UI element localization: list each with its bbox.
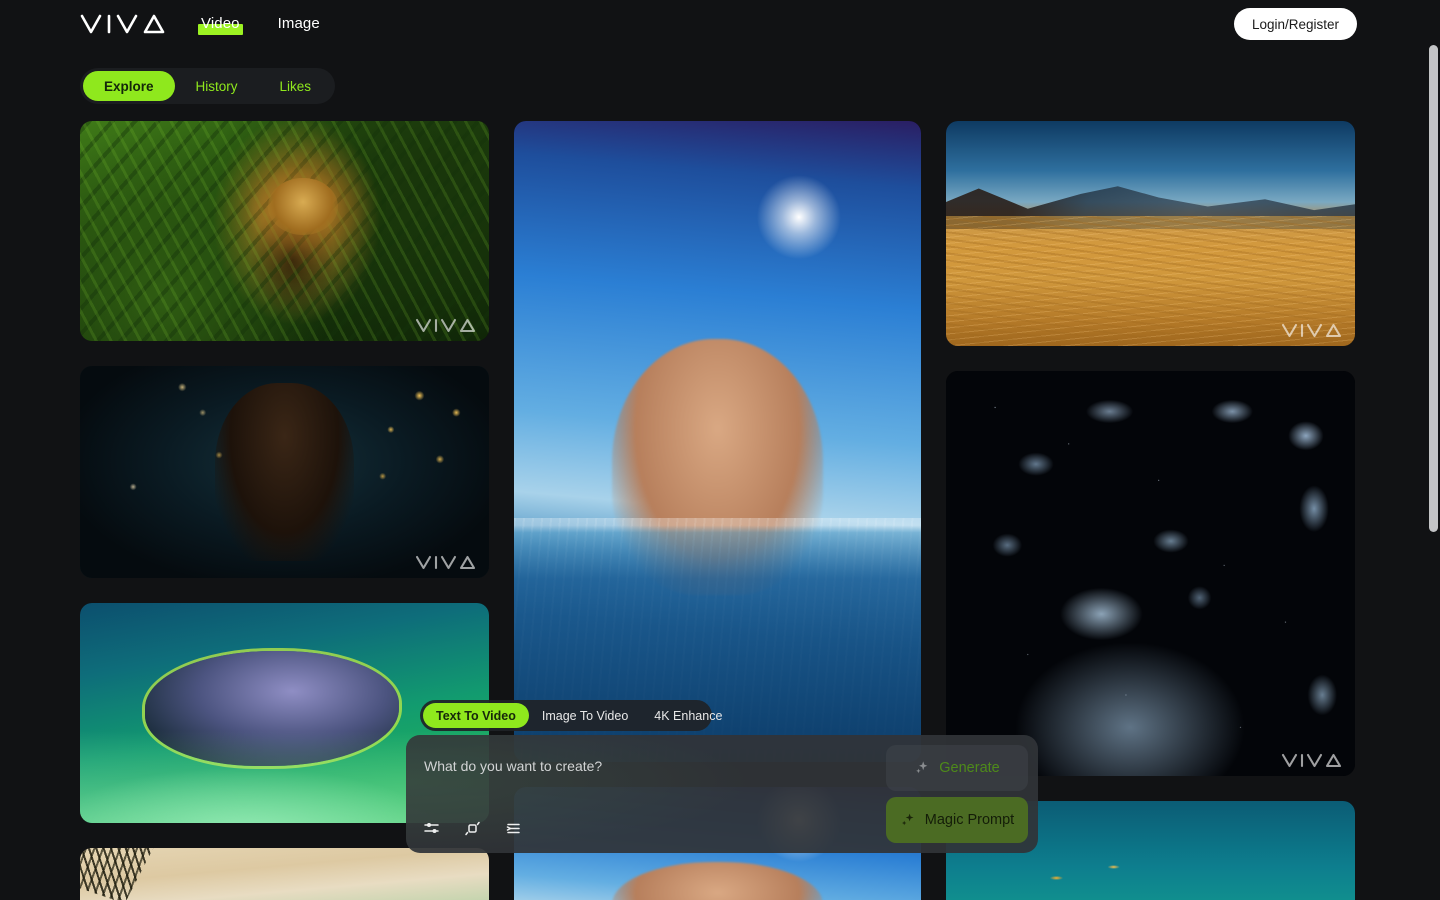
prompt-input[interactable]: What do you want to create? bbox=[424, 757, 602, 775]
generate-button[interactable]: Generate bbox=[886, 745, 1028, 791]
app-root: Video Image Login/Register Explore Histo… bbox=[0, 0, 1440, 900]
prompt-panel: What do you want to create? bbox=[406, 735, 1038, 853]
magic-prompt-button-label: Magic Prompt bbox=[925, 812, 1014, 828]
generate-button-label: Generate bbox=[939, 760, 999, 776]
swimmer-artwork bbox=[514, 121, 921, 762]
magic-prompt-button[interactable]: Magic Prompt bbox=[886, 797, 1028, 843]
mode-4k-enhance[interactable]: 4K Enhance bbox=[641, 703, 735, 728]
tab-explore[interactable]: Explore bbox=[83, 71, 175, 101]
viva-logo-icon[interactable] bbox=[80, 13, 168, 35]
gallery-card-lion[interactable] bbox=[80, 121, 489, 341]
prompt-tool-row bbox=[421, 818, 524, 839]
lion-artwork bbox=[80, 121, 489, 341]
nav-item-video[interactable]: Video bbox=[200, 12, 241, 36]
mode-image-to-video[interactable]: Image To Video bbox=[529, 703, 641, 728]
page-scrollbar-track[interactable] bbox=[1427, 0, 1440, 900]
sparkle-icon bbox=[900, 812, 916, 828]
gallery-card-beach[interactable] bbox=[80, 848, 489, 900]
aspect-ratio-icon[interactable] bbox=[462, 818, 483, 839]
mode-text-to-video[interactable]: Text To Video bbox=[423, 703, 529, 728]
prompt-composer: Text To Video Image To Video 4K Enhance … bbox=[406, 700, 1038, 853]
tab-history[interactable]: History bbox=[175, 71, 259, 101]
settings-sliders-icon[interactable] bbox=[421, 818, 442, 839]
dog-knight-artwork bbox=[80, 366, 489, 578]
tab-likes[interactable]: Likes bbox=[259, 71, 333, 101]
adjustments-icon[interactable] bbox=[503, 818, 524, 839]
page-scrollbar-thumb[interactable] bbox=[1429, 45, 1438, 532]
nav-item-image-label: Image bbox=[278, 15, 320, 32]
sparkle-icon bbox=[914, 760, 930, 776]
desert-artwork bbox=[946, 121, 1355, 346]
gallery-card-swimmer[interactable] bbox=[514, 121, 921, 762]
gallery-card-desert[interactable] bbox=[946, 121, 1355, 346]
generation-mode-selector: Text To Video Image To Video 4K Enhance bbox=[420, 700, 712, 731]
nav-item-image[interactable]: Image bbox=[277, 12, 321, 36]
nav-item-video-label: Video bbox=[201, 15, 240, 32]
gallery-tabs: Explore History Likes bbox=[80, 68, 335, 104]
login-register-button[interactable]: Login/Register bbox=[1234, 8, 1357, 40]
main-nav: Video Image bbox=[200, 0, 321, 48]
top-header: Video Image Login/Register bbox=[0, 0, 1440, 48]
gallery-card-dog-knight[interactable] bbox=[80, 366, 489, 578]
beach-artwork bbox=[80, 848, 489, 900]
